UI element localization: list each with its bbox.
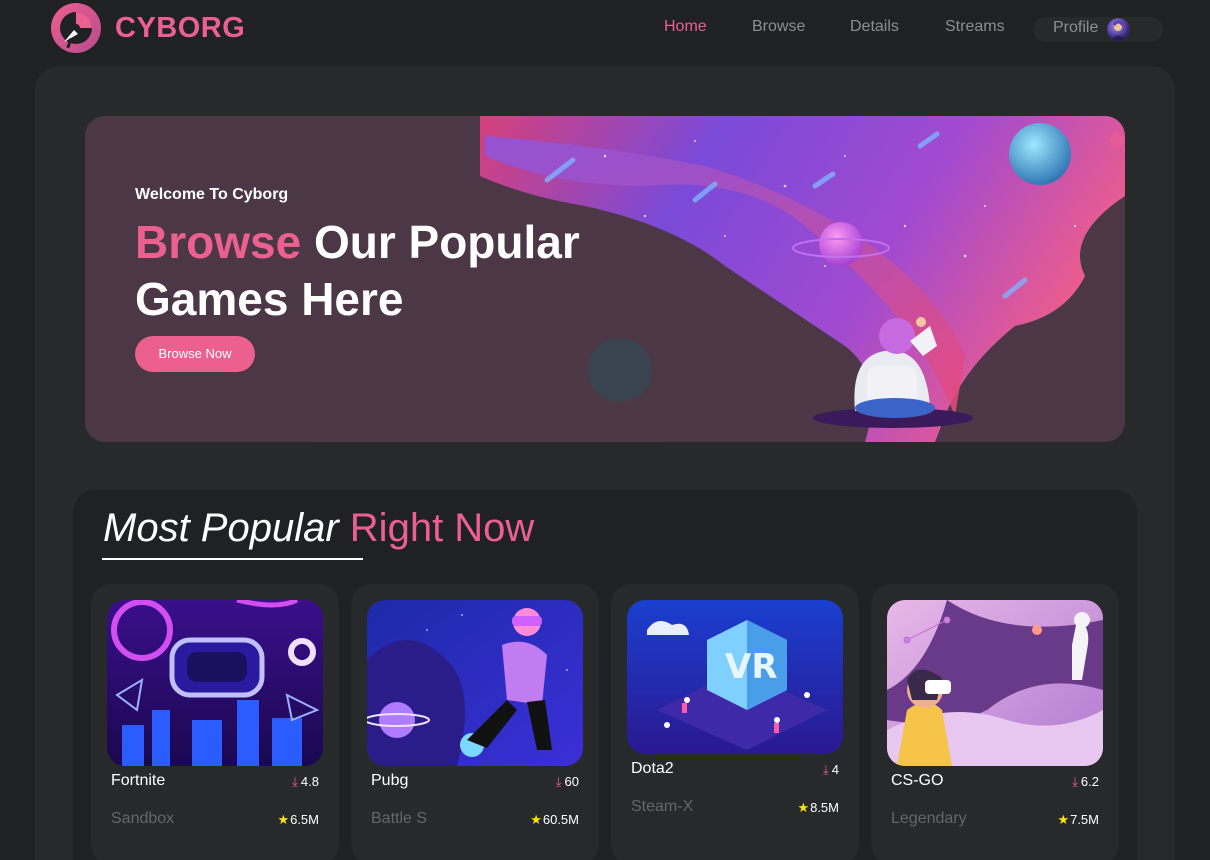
game-category: Battle S xyxy=(371,810,428,827)
star-icon: ★ xyxy=(797,800,810,815)
browse-now-button[interactable]: Browse Now xyxy=(135,336,255,372)
game-name: Pubg xyxy=(371,772,409,789)
avatar xyxy=(1107,18,1130,41)
download-icon: ⤓ xyxy=(823,762,829,777)
game-name: Fortnite xyxy=(111,772,166,789)
download-count: ⤓ 4 xyxy=(823,762,839,777)
game-category: Steam-X xyxy=(631,798,694,815)
download-count: ⤓ 6.2 xyxy=(1072,774,1099,789)
game-name: CS-GO xyxy=(891,772,944,789)
rating: ★7.5M xyxy=(1057,812,1099,827)
nav-details[interactable]: Details xyxy=(850,18,899,36)
banner-headline-accent: Browse xyxy=(135,216,302,268)
game-category: Sandbox xyxy=(111,810,175,827)
star-icon: ★ xyxy=(1057,812,1070,827)
star-icon: ★ xyxy=(277,812,290,827)
download-count: ⤓ 60 xyxy=(555,774,579,789)
svg-text:VR: VR xyxy=(725,647,778,687)
download-icon: ⤓ xyxy=(1072,774,1078,789)
top-header: CYBORG Home Browse Details Streams Profi… xyxy=(0,0,1210,60)
brand-name[interactable]: CYBORG xyxy=(115,12,245,45)
hero-banner: Welcome To Cyborg Browse Our Popular Gam… xyxy=(85,116,1125,442)
section-title-white: Most Popular xyxy=(103,506,339,550)
banner-welcome-text: Welcome To Cyborg xyxy=(135,186,289,203)
download-icon: ⤓ xyxy=(555,774,562,789)
game-card-csgo[interactable]: CS-GO ⤓ 6.2 Legendary ★7.5M xyxy=(871,584,1119,860)
rating: ★8.5M xyxy=(797,800,839,815)
nav-profile-label: Profile xyxy=(1053,19,1099,36)
game-thumbnail[interactable]: VR xyxy=(627,600,843,754)
game-card-fortnite[interactable]: Fortnite ⤓ 4.8 Sandbox ★6.5M xyxy=(91,584,339,860)
nav-browse[interactable]: Browse xyxy=(752,18,805,36)
cyborg-logo-icon[interactable] xyxy=(50,2,102,54)
nav-profile[interactable]: Profile xyxy=(1033,17,1163,42)
nav-streams[interactable]: Streams xyxy=(945,18,1005,36)
game-name: Dota2 xyxy=(631,760,674,777)
section-title: Most Popular Right Now xyxy=(103,506,534,551)
game-thumbnail[interactable] xyxy=(887,600,1103,766)
star-icon: ★ xyxy=(530,812,542,827)
section-title-underline xyxy=(102,558,363,560)
game-card-dota2[interactable]: VR Dota2 ⤓ 4 Steam-X ★8.5M xyxy=(611,584,859,860)
rating: ★6.5M xyxy=(277,812,319,827)
nav-home[interactable]: Home xyxy=(664,18,707,36)
game-card-pubg[interactable]: Pubg ⤓ 60 Battle S ★60.5M xyxy=(351,584,599,860)
rating: ★60.5M xyxy=(530,812,579,827)
game-category: Legendary xyxy=(891,810,967,827)
download-count: ⤓ 4.8 xyxy=(292,774,319,789)
game-thumbnail[interactable] xyxy=(107,600,323,766)
game-thumbnail[interactable] xyxy=(367,600,583,766)
section-title-pink: Right Now xyxy=(349,506,535,550)
download-icon: ⤓ xyxy=(292,774,298,789)
banner-headline: Browse Our Popular Games Here xyxy=(135,214,695,328)
